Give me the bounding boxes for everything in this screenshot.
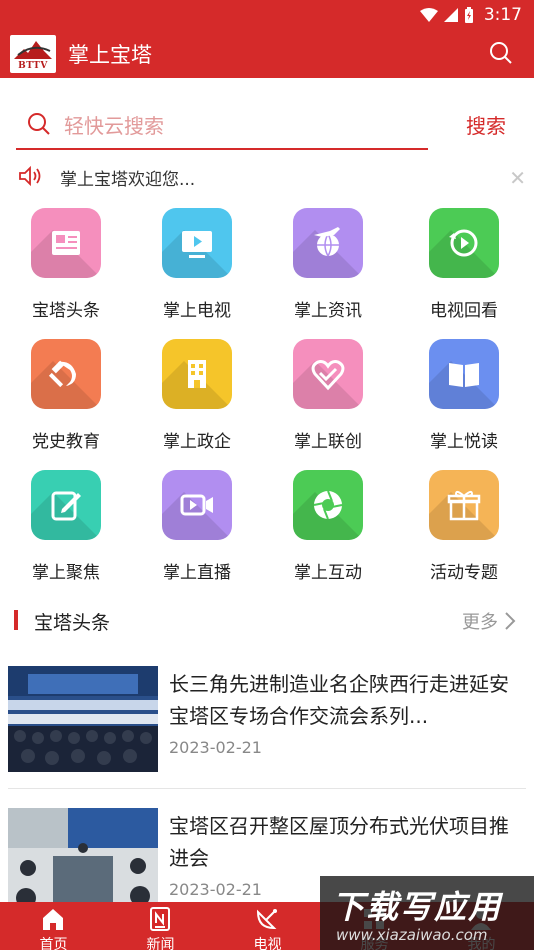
aperture-icon (313, 490, 343, 520)
tv-icon (182, 231, 212, 258)
section-header: 宝塔头条 更多 (0, 606, 534, 636)
grid-tile (293, 339, 363, 409)
status-time: 3:17 (483, 5, 522, 25)
book-icon (449, 363, 479, 387)
search-input[interactable]: 轻快云搜索 (16, 100, 428, 150)
grid-item[interactable]: 掌上联创 (268, 339, 388, 459)
plane-globe-icon (314, 227, 340, 257)
edit-icon (51, 491, 81, 521)
close-icon[interactable]: ✕ (509, 166, 526, 190)
search-icon (28, 113, 50, 135)
tab-label: 新闻 (146, 937, 175, 950)
building-icon (188, 360, 206, 388)
grid-item[interactable]: 党史教育 (6, 339, 126, 459)
news-thumbnail (8, 666, 158, 772)
watermark-main: 下载写应用 (332, 888, 503, 926)
app-title: 掌上宝塔 (68, 43, 152, 67)
grid-item-label: 掌上悦读 (430, 432, 498, 452)
home-icon (43, 909, 63, 930)
grid-item-label: 掌上联创 (294, 432, 362, 452)
wifi-icon (419, 8, 438, 22)
grid-item[interactable]: 掌上电视 (137, 208, 257, 328)
grid-tile (162, 470, 232, 540)
grid-item-label: 掌上直播 (163, 563, 231, 583)
grid-item[interactable]: 掌上资讯 (268, 208, 388, 328)
replay-icon (449, 229, 478, 257)
search-row: 轻快云搜索 搜索 (16, 100, 516, 150)
tab-home[interactable]: 首页 (0, 902, 107, 950)
grid-tile (293, 470, 363, 540)
heart-icon (311, 360, 345, 391)
header-search-button[interactable] (488, 40, 514, 70)
grid-tile (429, 470, 499, 540)
section-title: 宝塔头条 (34, 612, 111, 634)
grid-item-label: 活动专题 (430, 563, 498, 583)
grid-item[interactable]: 掌上直播 (137, 470, 257, 590)
grid-tile (162, 339, 232, 409)
logo-text: BTTV (18, 61, 48, 71)
notice-bar[interactable]: 掌上宝塔欢迎您... ✕ (0, 160, 534, 194)
tab-label: 首页 (39, 937, 68, 950)
divider (8, 788, 526, 789)
grid-item[interactable]: 活动专题 (404, 470, 524, 590)
grid-tile (31, 208, 101, 278)
hammer-sickle-icon (48, 360, 76, 388)
grid-tile (429, 339, 499, 409)
search-button[interactable]: 搜索 (466, 110, 506, 139)
grid-item[interactable]: 掌上悦读 (404, 339, 524, 459)
news-date: 2023-02-21 (169, 880, 262, 899)
tab-label: 电视 (253, 937, 282, 950)
news-thumbnail (8, 808, 158, 914)
grid-tile (31, 339, 101, 409)
video-camera-icon (180, 494, 213, 516)
notice-text: 掌上宝塔欢迎您... (60, 170, 196, 190)
status-bar: 3:17 (0, 0, 534, 30)
news-icon (150, 907, 170, 931)
grid-item[interactable]: 掌上互动 (268, 470, 388, 590)
app-logo: BTTV (10, 35, 56, 73)
signal-icon (443, 8, 458, 22)
speaker-icon (19, 165, 41, 187)
news-date: 2023-02-21 (169, 738, 262, 757)
gift-icon (447, 490, 481, 521)
notice-next-text (60, 188, 64, 194)
grid-tile (162, 208, 232, 278)
status-icons (419, 7, 474, 23)
newspaper-icon (52, 231, 80, 255)
grid-item[interactable]: 掌上聚焦 (6, 470, 126, 590)
grid-tile (429, 208, 499, 278)
app-bar: BTTV 掌上宝塔 (0, 30, 534, 78)
tab-news[interactable]: 新闻 (107, 902, 214, 950)
section-accent-bar (14, 610, 18, 630)
grid-item-label: 宝塔头条 (32, 301, 100, 321)
grid-item-label: 党史教育 (32, 432, 100, 452)
grid-item[interactable]: 电视回看 (404, 208, 524, 328)
news-item[interactable]: 长三角先进制造业名企陕西行走进延安宝塔区专场合作交流会系列... 2023-02… (0, 666, 534, 792)
grid-tile (293, 208, 363, 278)
grid-item-label: 掌上聚焦 (32, 563, 100, 583)
chevron-right-icon[interactable] (504, 611, 516, 631)
search-icon (490, 42, 512, 64)
grid-item-label: 掌上电视 (163, 301, 231, 321)
more-link[interactable]: 更多 (462, 608, 498, 634)
grid-item-label: 掌上资讯 (294, 301, 362, 321)
grid-item-label: 掌上政企 (163, 432, 231, 452)
grid-item-label: 掌上互动 (294, 563, 362, 583)
news-title: 长三角先进制造业名企陕西行走进延安宝塔区专场合作交流会系列... (169, 672, 509, 728)
tab-tv[interactable]: 电视 (214, 902, 321, 950)
news-title: 宝塔区召开整区屋顶分布式光伏项目推进会 (169, 814, 509, 870)
grid-item[interactable]: 掌上政企 (137, 339, 257, 459)
satellite-dish-icon (256, 909, 277, 930)
grid-item[interactable]: 宝塔头条 (6, 208, 126, 328)
battery-icon (464, 7, 473, 23)
watermark: 下载写应用 www.xiazaiwao.com (320, 876, 534, 950)
grid-tile (31, 470, 101, 540)
grid-item-label: 电视回看 (430, 301, 498, 321)
watermark-url: www.xiazaiwao.com (336, 926, 488, 944)
search-placeholder: 轻快云搜索 (64, 113, 164, 138)
